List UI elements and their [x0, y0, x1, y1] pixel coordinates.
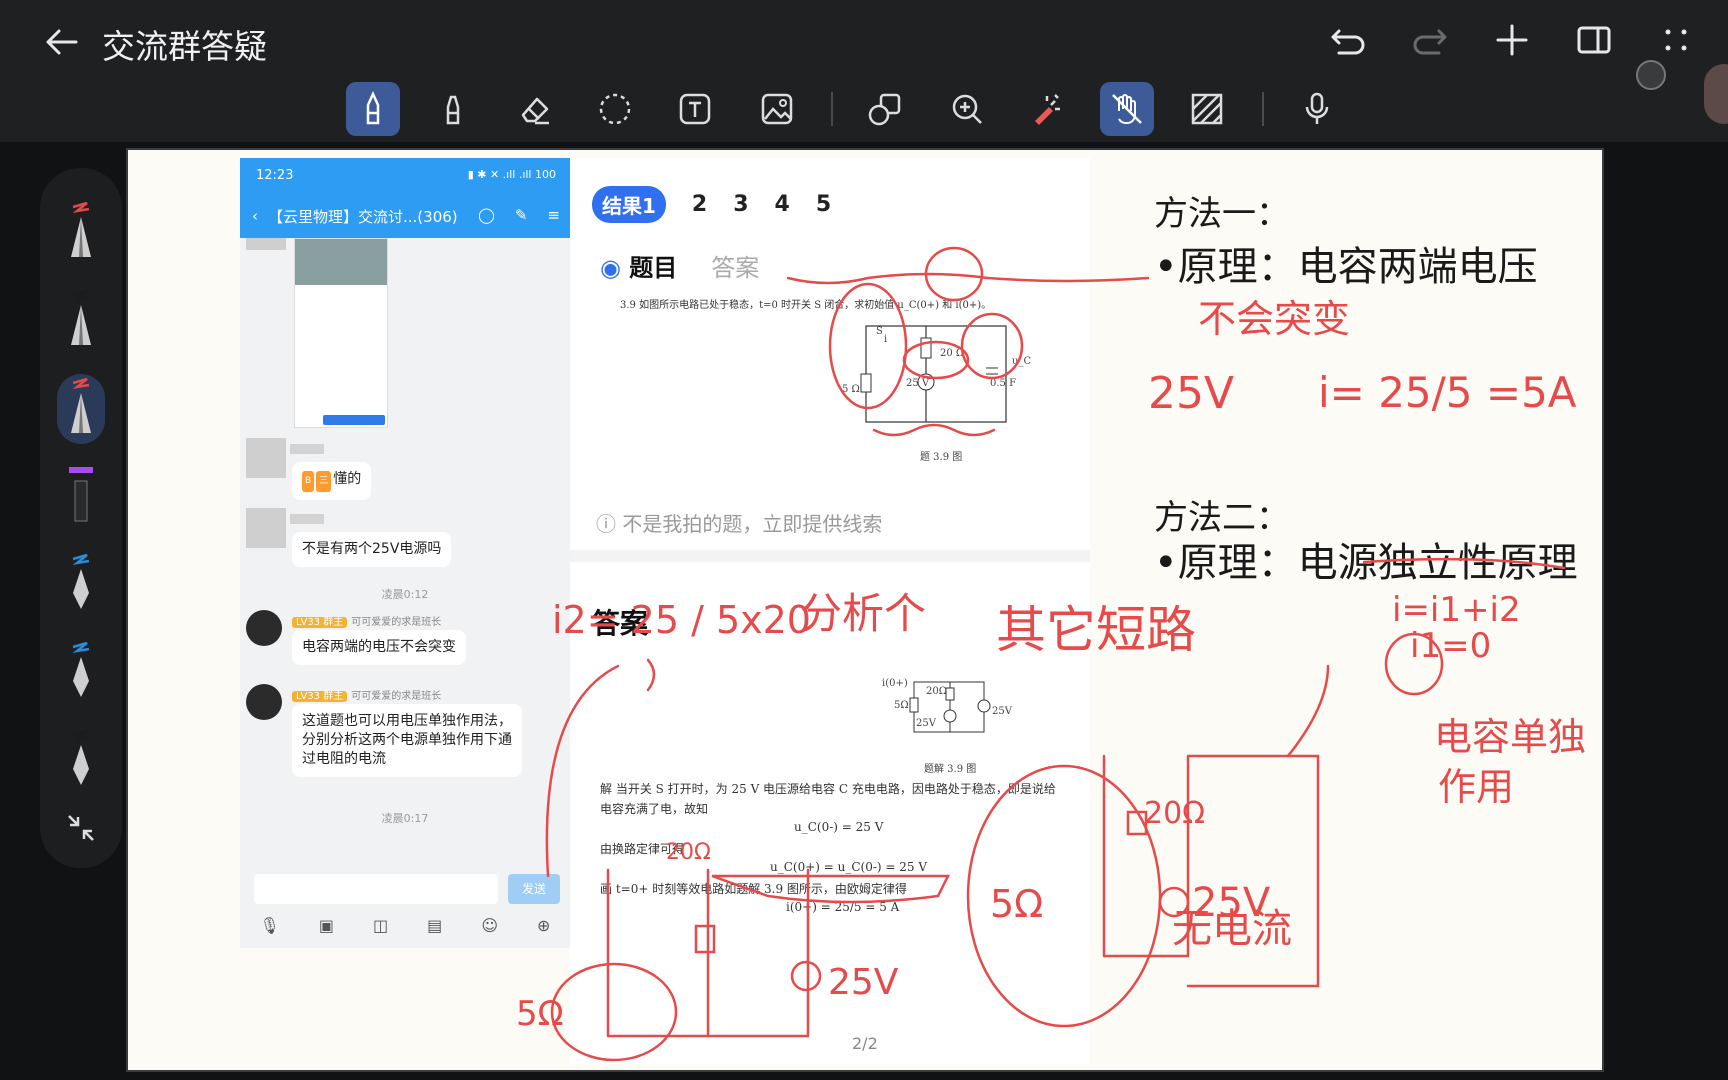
eraser-icon[interactable]	[508, 82, 562, 136]
red-circuit-label: 5Ω	[990, 882, 1044, 926]
lasso-icon[interactable]	[588, 82, 642, 136]
red-circuit-label: 20Ω	[1144, 796, 1206, 831]
image-icon[interactable]	[750, 82, 804, 136]
toolbar-separator	[1262, 92, 1264, 126]
collapse-icon[interactable]	[57, 798, 105, 858]
pen-slot-red-selected[interactable]	[57, 374, 105, 444]
red-annotation-sketches	[545, 246, 1566, 1062]
pen-slot-red[interactable]	[57, 198, 105, 268]
pen-slot-black[interactable]	[57, 286, 105, 356]
floating-button[interactable]	[1636, 60, 1666, 90]
floating-avatar[interactable]	[1704, 64, 1728, 124]
add-icon[interactable]	[1490, 18, 1534, 62]
title-bar: 交流群答疑	[0, 0, 1728, 80]
highlighter-icon[interactable]	[426, 82, 480, 136]
red-circuit-label: 20Ω	[666, 840, 711, 865]
undo-icon[interactable]	[1326, 18, 1370, 62]
toolbar-separator	[831, 92, 833, 126]
more-icon[interactable]	[1654, 18, 1698, 62]
text-icon[interactable]	[668, 82, 722, 136]
pen-slot-blue-2[interactable]	[57, 638, 105, 708]
pen-slot-black-2[interactable]	[57, 726, 105, 796]
pattern-icon[interactable]	[1180, 82, 1234, 136]
red-circuit-label: 25V	[828, 962, 899, 1003]
hand-draw-icon[interactable]	[1100, 82, 1154, 136]
shapes-icon[interactable]	[858, 82, 912, 136]
red-circuit-label: 25V	[1192, 880, 1271, 926]
title-actions	[1326, 18, 1698, 62]
split-view-icon[interactable]	[1572, 18, 1616, 62]
redo-icon[interactable]	[1408, 18, 1452, 62]
mic-icon[interactable]	[1290, 82, 1344, 136]
note-canvas[interactable]: 12:23 ▮ ✱ ✕ .ıll .ıll 100 ‹ 【云里物理】交流讨...…	[126, 148, 1604, 1072]
page-title: 交流群答疑	[102, 27, 267, 66]
pen-slot-blue[interactable]	[57, 550, 105, 620]
laser-icon[interactable]	[1020, 82, 1074, 136]
red-circuit-label: 5Ω	[516, 994, 564, 1034]
drawing-toolbar	[0, 80, 1728, 142]
pen-icon[interactable]	[346, 82, 400, 136]
pen-tray	[40, 168, 122, 868]
back-arrow-icon[interactable]	[40, 20, 84, 64]
zoom-icon[interactable]	[940, 82, 994, 136]
app-root: 交流群答疑 12:23 ▮ ✱ ✕ .ıll .ıll 100 ‹ 【云里物理】…	[0, 0, 1728, 1080]
highlighter-slot-purple[interactable]	[57, 462, 105, 532]
